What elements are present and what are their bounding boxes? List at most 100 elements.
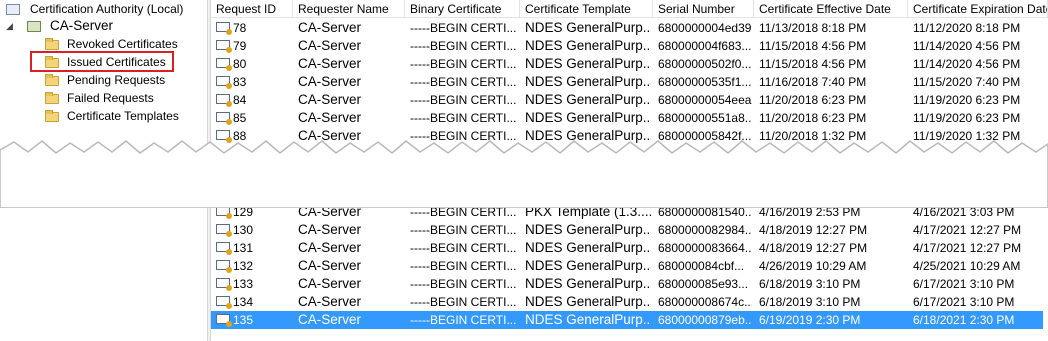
certificate-icon (216, 58, 232, 71)
folder-icon (45, 74, 59, 86)
certificate-icon (216, 40, 232, 53)
table-row[interactable]: 85 CA-Server -----BEGIN CERTI... NDES Gener… (211, 109, 1048, 127)
table-row[interactable]: 80 CA-Server -----BEGIN CERTI... NDES Gener… (211, 55, 1048, 73)
table-row-selected[interactable]: 135 CA-Server -----BEGIN CERTI... NDES Gene… (211, 311, 1043, 329)
table-row[interactable]: 83 CA-Server -----BEGIN CERTI... NDES Gener… (211, 73, 1048, 91)
cell-serial: 680000085e93... (658, 277, 749, 291)
certificate-icon (216, 314, 232, 327)
collapse-arrow-icon[interactable]: ◢ (6, 17, 13, 35)
column-header-effective-date[interactable]: Certificate Effective Date (754, 0, 908, 18)
server-icon (27, 21, 41, 32)
certificate-icon (216, 112, 232, 125)
cell-serial: 68000000879eb... (658, 313, 752, 327)
cell-id: 134 (233, 295, 254, 309)
cell-template: NDES GeneralPurp... (525, 56, 651, 71)
cell-template: NDES GeneralPurp... (525, 222, 651, 237)
certificate-icon (216, 260, 232, 273)
certificate-icon (216, 278, 232, 291)
cell-serial: 68000000535f1... (658, 75, 752, 89)
highlight-annotation-box (30, 51, 174, 72)
cell-template: NDES GeneralPurp... (525, 38, 651, 53)
cell-effective: 4/18/2019 12:27 PM (759, 241, 868, 255)
cell-binary: -----BEGIN CERTI... (410, 39, 517, 53)
cell-expiration: 11/12/2020 8:18 PM (913, 21, 1021, 35)
cell-id: 84 (233, 93, 247, 107)
cell-template: NDES GeneralPurp... (525, 74, 651, 89)
table-row[interactable]: 132 CA-Server -----BEGIN CERTI... NDES Gene… (211, 257, 1048, 275)
table-row[interactable]: 133 CA-Server -----BEGIN CERTI... NDES Gene… (211, 275, 1048, 293)
cell-id: 135 (233, 313, 254, 327)
cell-id: 78 (233, 21, 247, 35)
column-header-expiration-date[interactable]: Certificate Expiration Date (908, 0, 1048, 18)
certification-authority-icon (6, 4, 20, 15)
cell-id: 131 (233, 241, 254, 255)
cell-binary: -----BEGIN CERTI... (410, 93, 517, 107)
cell-requester: CA-Server (298, 240, 362, 255)
cell-template: NDES GeneralPurp... (525, 258, 651, 273)
certificate-icon (216, 94, 232, 107)
cell-binary: -----BEGIN CERTI... (410, 75, 517, 89)
cell-id: 80 (233, 57, 247, 71)
tree-server-label: CA-Server (50, 18, 114, 33)
column-header-request-id[interactable]: Request ID (211, 0, 293, 18)
tree-item-label: Failed Requests (67, 91, 154, 105)
cell-expiration: 6/17/2021 3:10 PM (913, 295, 1015, 309)
cell-expiration: 6/18/2021 2:30 PM (913, 313, 1015, 327)
cell-template: NDES GeneralPurp... (525, 276, 651, 291)
cell-requester: CA-Server (298, 276, 362, 291)
cell-effective: 4/26/2019 10:29 AM (759, 259, 867, 273)
certificate-icon (216, 224, 232, 237)
cell-expiration: 4/17/2021 12:27 PM (913, 241, 1022, 255)
cell-template: NDES GeneralPurp... (525, 240, 651, 255)
cell-expiration: 6/17/2021 3:10 PM (913, 277, 1015, 291)
cell-effective: 6/18/2019 3:10 PM (759, 295, 861, 309)
cell-expiration: 11/19/2020 6:23 PM (913, 93, 1021, 107)
cell-requester: CA-Server (298, 258, 362, 273)
cell-serial: 68000000054eea... (658, 93, 752, 107)
cell-requester: CA-Server (298, 92, 362, 107)
cell-serial: 680000004f683... (658, 39, 752, 53)
certificate-icon (216, 242, 232, 255)
folder-icon (45, 92, 59, 104)
column-header-certificate-template[interactable]: Certificate Template (520, 0, 653, 18)
cell-id: 79 (233, 39, 247, 53)
cell-binary: -----BEGIN CERTI... (410, 21, 517, 35)
cell-serial: 6800000004ed39... (658, 21, 752, 35)
certificate-icon (216, 76, 232, 89)
cell-requester: CA-Server (298, 222, 362, 237)
table-row[interactable]: 78 CA-Server -----BEGIN CERTI... NDES Gener… (211, 19, 1048, 37)
cell-requester: CA-Server (298, 20, 362, 35)
cell-template: NDES GeneralPurp... (525, 20, 651, 35)
table-row[interactable]: 79 CA-Server -----BEGIN CERTI... NDES Gener… (211, 37, 1048, 55)
tree-item-label: Pending Requests (67, 73, 166, 87)
table-row[interactable]: 134 CA-Server -----BEGIN CERTI... NDES Gene… (211, 293, 1048, 311)
cell-requester: CA-Server (298, 312, 362, 327)
cell-serial: 680000008674c... (658, 295, 752, 309)
cell-expiration: 11/19/2020 6:23 PM (913, 111, 1021, 125)
cell-binary: -----BEGIN CERTI... (410, 277, 517, 291)
cell-serial: 6800000083664... (658, 241, 752, 255)
cell-expiration: 4/17/2021 12:27 PM (913, 223, 1022, 237)
cell-requester: CA-Server (298, 56, 362, 71)
cell-binary: -----BEGIN CERTI... (410, 223, 517, 237)
cell-serial: 68000000502f0... (658, 57, 752, 71)
cell-effective: 11/15/2018 4:56 PM (759, 39, 867, 53)
cell-serial: 6800000082984... (658, 223, 752, 237)
cell-effective: 4/18/2019 12:27 PM (759, 223, 868, 237)
cell-effective: 11/20/2018 6:23 PM (759, 111, 867, 125)
table-row[interactable]: 131 CA-Server -----BEGIN CERTI... NDES Gene… (211, 239, 1048, 257)
column-header-requester-name[interactable]: Requester Name (293, 0, 405, 18)
table-row[interactable]: 130 CA-Server -----BEGIN CERTI... NDES Gene… (211, 221, 1048, 239)
cell-expiration: 11/15/2020 7:40 PM (913, 75, 1021, 89)
cell-requester: CA-Server (298, 110, 362, 125)
cell-id: 132 (233, 259, 254, 273)
cell-effective: 6/19/2019 2:30 PM (759, 313, 861, 327)
column-header-binary-certificate[interactable]: Binary Certificate (405, 0, 520, 18)
column-header-serial-number[interactable]: Serial Number (653, 0, 754, 18)
table-row[interactable]: 84 CA-Server -----BEGIN CERTI... NDES Gener… (211, 91, 1048, 109)
cell-requester: CA-Server (298, 294, 362, 309)
cell-template: NDES GeneralPurp... (525, 294, 651, 309)
cell-binary: -----BEGIN CERTI... (410, 313, 517, 327)
cell-binary: -----BEGIN CERTI... (410, 241, 517, 255)
cell-expiration: 11/14/2020 4:56 PM (913, 57, 1021, 71)
